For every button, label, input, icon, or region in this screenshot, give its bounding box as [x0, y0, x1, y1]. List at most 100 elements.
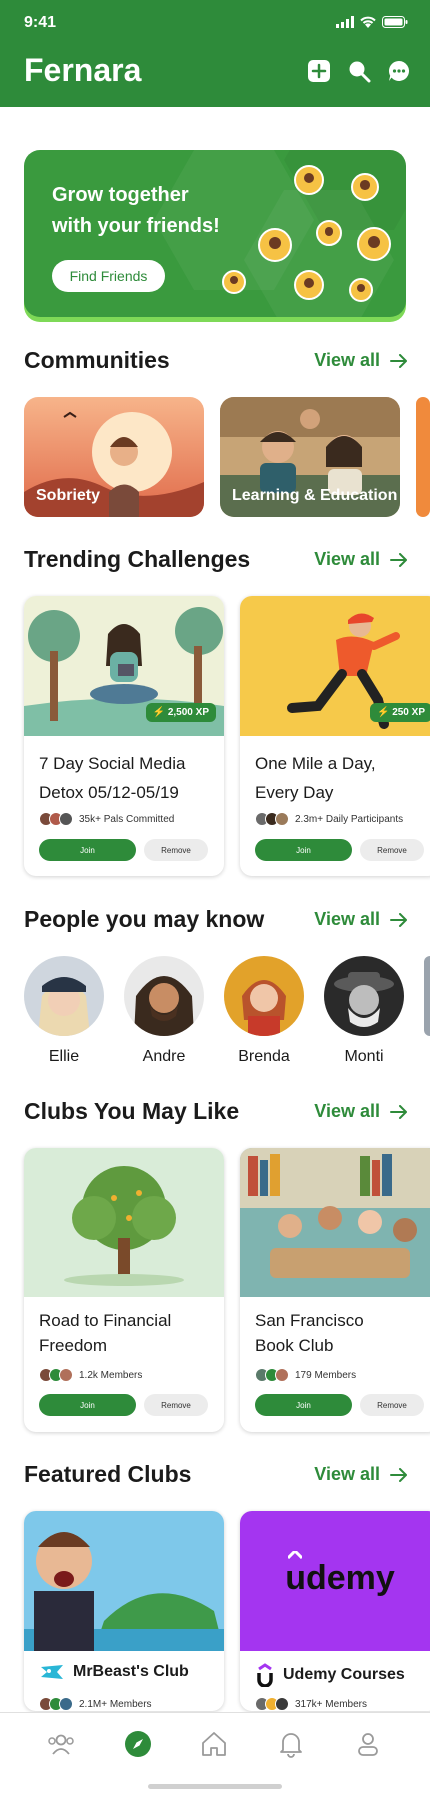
- person-name: Ellie: [48, 1048, 80, 1065]
- community-label: Learning & Education: [232, 487, 398, 504]
- challenge-title: One Mile a Day, Every Day: [255, 749, 430, 807]
- join-button[interactable]: Join: [255, 839, 352, 861]
- challenges-view-all[interactable]: View all: [314, 549, 408, 570]
- person-brenda[interactable]: Brenda: [224, 956, 304, 1066]
- app-title: Fernara: [24, 52, 142, 88]
- compass-icon[interactable]: [121, 1727, 155, 1761]
- participants-count: 35k+ Pals Committed: [79, 813, 175, 825]
- members-count: 317k+ Members: [295, 1698, 367, 1710]
- club-title-line-2: Freedom: [39, 1336, 108, 1355]
- featured-title: Featured Clubs: [24, 1461, 192, 1487]
- arrow-right-icon: [390, 1104, 407, 1119]
- club-title: Road to Financial Freedom: [39, 1308, 219, 1358]
- person-andre[interactable]: Andre: [124, 956, 204, 1066]
- community-card-learning[interactable]: Learning & Education: [220, 397, 400, 517]
- remove-button[interactable]: Remove: [360, 1394, 424, 1416]
- join-button[interactable]: Join: [255, 1394, 352, 1416]
- join-button[interactable]: Join: [39, 1394, 136, 1416]
- clubs-view-all[interactable]: View all: [314, 1101, 408, 1122]
- avatar: [324, 956, 404, 1036]
- members-meta: 179 Members: [255, 1368, 356, 1382]
- member-avatar: [59, 1368, 73, 1382]
- remove-button[interactable]: Remove: [144, 839, 208, 861]
- members-count: 179 Members: [295, 1369, 357, 1381]
- running-illustration: ⚡ 250 XP: [240, 596, 430, 736]
- xp-value: 250 XP: [392, 707, 425, 718]
- featured-club-row: Udemy Courses: [255, 1663, 405, 1687]
- chat-bubble-icon[interactable]: [386, 58, 412, 84]
- featured-club-name: Udemy Courses: [283, 1666, 405, 1683]
- club-title-line-2: Book Club: [255, 1336, 334, 1355]
- people-icon[interactable]: [44, 1727, 78, 1761]
- banner-line-2: with your friends!: [52, 215, 220, 237]
- search-icon[interactable]: [346, 58, 372, 84]
- profile-icon[interactable]: [351, 1727, 385, 1761]
- find-friends-button[interactable]: Find Friends: [52, 260, 165, 292]
- challenge-card[interactable]: ⚡ 2,500 XP 7 Day Social Media Detox 05/1…: [24, 596, 224, 876]
- avatar: [24, 956, 104, 1036]
- view-all-label: View all: [314, 1101, 380, 1121]
- friend-avatar: [258, 228, 292, 262]
- friend-avatar: [294, 165, 324, 195]
- club-card[interactable]: San Francisco Book Club 179 Members Join…: [240, 1148, 430, 1432]
- book-club-illustration: [240, 1148, 430, 1297]
- remove-button[interactable]: Remove: [144, 1394, 208, 1416]
- view-all-label: View all: [314, 909, 380, 929]
- featured-view-all[interactable]: View all: [314, 1464, 408, 1485]
- battery-icon: [382, 16, 408, 28]
- friend-avatar: [349, 278, 373, 302]
- friend-avatar: [316, 220, 342, 246]
- xp-badge: ⚡ 250 XP: [369, 703, 430, 722]
- join-button[interactable]: Join: [39, 839, 136, 861]
- home-icon[interactable]: [197, 1727, 231, 1761]
- friend-avatar: [357, 227, 391, 261]
- udemy-hat-icon: [288, 1551, 302, 1559]
- members-count: 1.2k Members: [79, 1369, 143, 1381]
- participants-meta: 2.3m+ Daily Participants: [255, 812, 403, 826]
- featured-club-card[interactable]: MrBeast's Club 2.1M+ Members: [24, 1511, 224, 1711]
- members-meta: 1.2k Members: [39, 1368, 142, 1382]
- app-header: 9:41 Fernara: [0, 0, 430, 107]
- person-ellie[interactable]: Ellie: [24, 956, 104, 1066]
- community-label: Sobriety: [36, 487, 101, 504]
- person-name: Brenda: [238, 1048, 290, 1065]
- participants-meta: 35k+ Pals Committed: [39, 812, 174, 826]
- xp-value: 2,500 XP: [167, 707, 209, 718]
- challenge-card[interactable]: ⚡ 250 XP One Mile a Day, Every Day 2.3m+…: [240, 596, 430, 876]
- challenges-title: Trending Challenges: [24, 546, 251, 572]
- community-card-sobriety[interactable]: Sobriety: [24, 397, 204, 517]
- arrow-right-icon: [390, 912, 407, 927]
- money-tree-illustration: [24, 1148, 224, 1297]
- find-friends-banner: Grow together with your friends! Find Fr…: [24, 150, 406, 317]
- featured-club-name: MrBeast's Club: [73, 1663, 189, 1680]
- featured-club-card[interactable]: udemy Udemy Courses 317k+ Members: [240, 1511, 430, 1711]
- club-title-line-1: San Francisco: [255, 1311, 364, 1330]
- udemy-wordmark: udemy: [285, 1559, 395, 1597]
- person-partial[interactable]: [424, 956, 430, 1036]
- people-view-all[interactable]: View all: [314, 909, 408, 930]
- member-avatar: [275, 1368, 289, 1382]
- community-card-partial[interactable]: [416, 397, 430, 517]
- xp-badge: ⚡ 2,500 XP: [145, 703, 216, 722]
- mrbeast-banner: [24, 1511, 224, 1651]
- bell-icon[interactable]: [274, 1727, 308, 1761]
- challenge-title-line-2: Every Day: [255, 783, 334, 802]
- people-title: People you may know: [24, 906, 265, 932]
- remove-button[interactable]: Remove: [360, 839, 424, 861]
- status-time: 9:41: [24, 14, 57, 31]
- person-name: Monti: [344, 1048, 384, 1065]
- communities-view-all[interactable]: View all: [314, 350, 408, 371]
- challenge-title-line-1: 7 Day Social Media: [39, 754, 186, 773]
- person-name: Andre: [142, 1048, 186, 1065]
- arrow-right-icon: [390, 353, 407, 368]
- plus-square-icon[interactable]: [306, 58, 332, 84]
- mrbeast-logo-icon: [41, 1665, 63, 1679]
- members-meta: 317k+ Members: [255, 1697, 367, 1711]
- arrow-right-icon: [390, 1467, 407, 1482]
- home-indicator: [148, 1784, 282, 1789]
- friend-avatar: [351, 173, 379, 201]
- club-title-line-1: Road to Financial: [39, 1311, 172, 1330]
- challenge-title-line-2: Detox 05/12-05/19: [39, 783, 179, 802]
- club-card[interactable]: Road to Financial Freedom 1.2k Members J…: [24, 1148, 224, 1432]
- person-monti[interactable]: Monti: [324, 956, 404, 1066]
